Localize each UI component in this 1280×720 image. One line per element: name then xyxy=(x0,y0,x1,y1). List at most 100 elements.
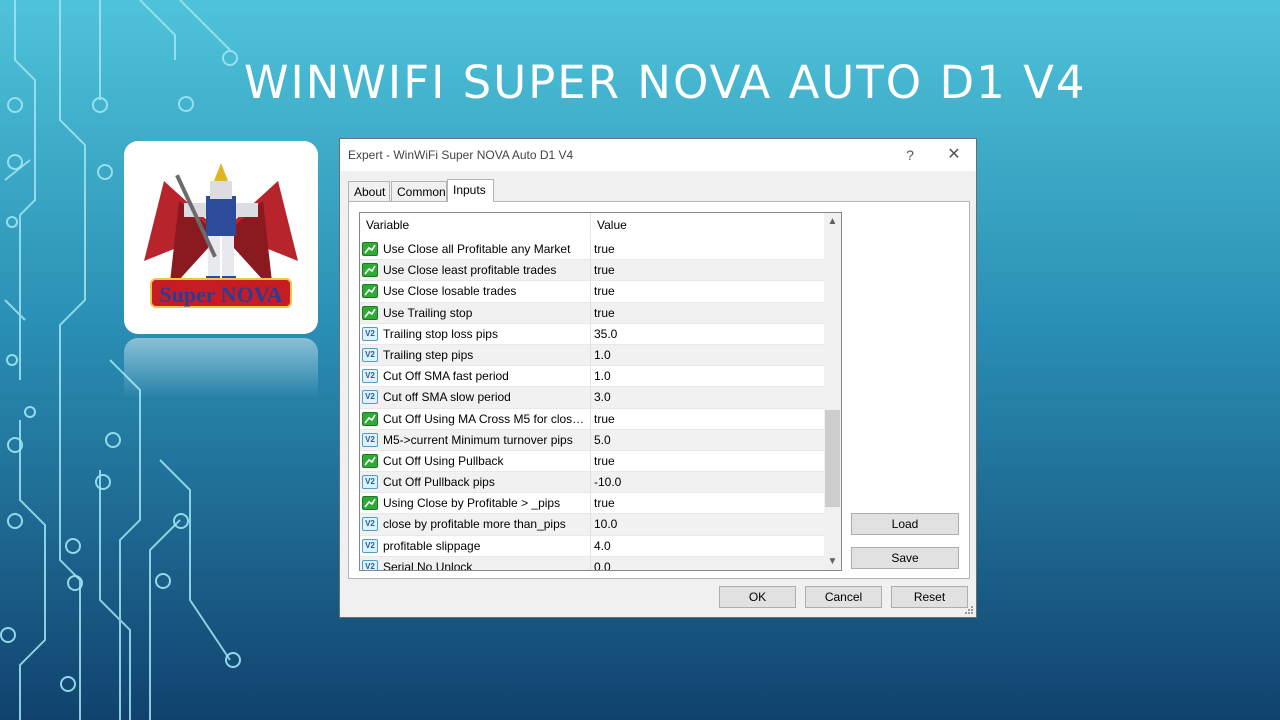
table-row[interactable]: V2 Serial No Unlock 0.0 xyxy=(360,556,824,571)
table-row[interactable]: Cut Off Using Pullback true xyxy=(360,450,824,473)
inputs-grid: Variable Value Use Close all Profitable … xyxy=(359,212,842,571)
value-cell[interactable]: 1.0 xyxy=(592,345,611,365)
column-header-value[interactable]: Value xyxy=(591,213,824,238)
table-row[interactable]: Use Close all Profitable any Market true xyxy=(360,239,824,261)
table-row[interactable]: Use Close least profitable trades true xyxy=(360,260,824,282)
value-cell[interactable]: true xyxy=(592,451,615,471)
variable-cell: Cut Off Using Pullback xyxy=(360,450,591,472)
numeric-icon: V2 xyxy=(362,432,378,447)
variable-label: Serial No Unlock xyxy=(383,559,473,571)
variable-label: Cut Off Using MA Cross M5 for close tr..… xyxy=(383,411,589,426)
value-cell[interactable]: 4.0 xyxy=(592,536,611,556)
variable-label: Cut Off SMA fast period xyxy=(383,369,509,384)
bool-icon xyxy=(362,496,378,511)
value-cell[interactable]: true xyxy=(592,239,615,259)
scroll-up-arrow[interactable]: ▲ xyxy=(824,213,841,230)
value-cell[interactable]: 10.0 xyxy=(592,514,617,534)
numeric-icon: V2 xyxy=(362,475,378,490)
variable-cell: V2 Cut Off Pullback pips xyxy=(360,472,591,493)
scroll-thumb[interactable] xyxy=(825,410,840,507)
value-cell[interactable]: 35.0 xyxy=(592,324,617,344)
tab-about-label: About xyxy=(354,185,386,199)
logo-reflection xyxy=(124,338,318,398)
load-button[interactable]: Load xyxy=(851,513,959,535)
variable-label: Using Close by Profitable > _pips xyxy=(383,496,561,511)
grid-header: Variable Value xyxy=(360,213,824,238)
tab-about[interactable]: About xyxy=(348,181,390,201)
bool-icon xyxy=(362,284,378,299)
window-title: Expert - WinWiFi Super NOVA Auto D1 V4 xyxy=(348,148,574,162)
title-bar: Expert - WinWiFi Super NOVA Auto D1 V4 ?… xyxy=(340,139,976,171)
super-nova-logo: Super NOVA xyxy=(124,141,318,334)
bool-icon xyxy=(362,411,378,426)
close-button[interactable]: ✕ xyxy=(944,145,964,165)
numeric-icon: V2 xyxy=(362,326,378,341)
bool-icon xyxy=(362,263,378,278)
numeric-icon: V2 xyxy=(362,538,378,553)
table-row[interactable]: V2 Cut Off SMA fast period 1.0 xyxy=(360,366,824,388)
help-button[interactable]: ? xyxy=(900,145,920,165)
tab-inputs[interactable]: Inputs xyxy=(447,179,494,202)
variable-cell: Use Close losable trades xyxy=(360,281,591,302)
table-row[interactable]: Use Trailing stop true xyxy=(360,302,824,324)
vertical-scrollbar[interactable]: ▲ ▼ xyxy=(824,213,841,570)
table-row[interactable]: V2 close by profitable more than_pips 10.0 xyxy=(360,514,824,536)
logo-text: Super NOVA xyxy=(150,278,292,308)
variable-cell: Using Close by Profitable > _pips xyxy=(360,493,591,514)
variable-cell: V2 Trailing step pips xyxy=(360,344,591,366)
variable-cell: V2 close by profitable more than_pips xyxy=(360,514,591,535)
variable-cell: Use Close least profitable trades xyxy=(360,260,591,281)
value-cell[interactable]: true xyxy=(592,493,615,513)
bool-icon xyxy=(362,305,378,320)
table-row[interactable]: V2 Trailing stop loss pips 35.0 xyxy=(360,323,824,345)
variable-label: Use Trailing stop xyxy=(383,305,473,320)
value-cell[interactable]: true xyxy=(592,303,615,323)
table-row[interactable]: Cut Off Using MA Cross M5 for close tr..… xyxy=(360,408,824,430)
table-row[interactable]: V2 Trailing step pips 1.0 xyxy=(360,344,824,367)
value-cell[interactable]: 5.0 xyxy=(592,430,611,450)
value-cell[interactable]: 0.0 xyxy=(592,557,611,570)
variable-label: Cut Off Pullback pips xyxy=(383,475,495,490)
variable-cell: V2 Cut Off SMA fast period xyxy=(360,366,591,387)
value-cell[interactable]: 1.0 xyxy=(592,366,611,386)
variable-cell: V2 Cut off SMA slow period xyxy=(360,387,591,408)
variable-label: Use Close least profitable trades xyxy=(383,263,557,278)
variable-label: Use Close all Profitable any Market xyxy=(383,242,571,256)
value-cell[interactable]: true xyxy=(592,409,615,429)
variable-cell: V2 Trailing stop loss pips xyxy=(360,323,591,344)
value-cell[interactable]: 3.0 xyxy=(592,387,611,407)
table-row[interactable]: V2 profitable slippage 4.0 xyxy=(360,535,824,557)
ok-button[interactable]: OK xyxy=(719,586,796,608)
tab-common[interactable]: Common xyxy=(391,181,447,201)
inputs-panel: Variable Value Use Close all Profitable … xyxy=(348,201,970,579)
table-row[interactable]: Use Close losable trades true xyxy=(360,281,824,303)
column-header-variable[interactable]: Variable xyxy=(360,213,591,238)
variable-cell: V2 Serial No Unlock xyxy=(360,556,591,571)
numeric-icon: V2 xyxy=(362,559,378,570)
tab-inputs-label: Inputs xyxy=(453,183,486,197)
reset-button[interactable]: Reset xyxy=(891,586,968,608)
variable-cell: Use Close all Profitable any Market xyxy=(360,239,591,260)
numeric-icon: V2 xyxy=(362,390,378,405)
numeric-icon: V2 xyxy=(362,369,378,384)
table-row[interactable]: V2 M5->current Minimum turnover pips 5.0 xyxy=(360,429,824,451)
value-cell[interactable]: true xyxy=(592,281,615,301)
scroll-down-arrow[interactable]: ▼ xyxy=(824,553,841,570)
variable-label: Use Close losable trades xyxy=(383,284,517,299)
cancel-button[interactable]: Cancel xyxy=(805,586,882,608)
value-cell[interactable]: true xyxy=(592,260,615,280)
save-button[interactable]: Save xyxy=(851,547,959,569)
bool-icon xyxy=(362,453,378,468)
table-row[interactable]: V2 Cut off SMA slow period 3.0 xyxy=(360,387,824,409)
variable-cell: V2 M5->current Minimum turnover pips xyxy=(360,429,591,450)
table-row[interactable]: Using Close by Profitable > _pips true xyxy=(360,493,824,515)
variable-label: Trailing stop loss pips xyxy=(383,326,498,341)
table-row[interactable]: V2 Cut Off Pullback pips -10.0 xyxy=(360,472,824,494)
variable-label: M5->current Minimum turnover pips xyxy=(383,432,573,447)
resize-grip-icon[interactable] xyxy=(964,605,974,615)
variable-label: Cut Off Using Pullback xyxy=(383,453,504,468)
numeric-icon: V2 xyxy=(362,347,378,362)
value-cell[interactable]: -10.0 xyxy=(592,472,621,492)
variable-cell: V2 profitable slippage xyxy=(360,535,591,556)
variable-label: Cut off SMA slow period xyxy=(383,390,511,405)
